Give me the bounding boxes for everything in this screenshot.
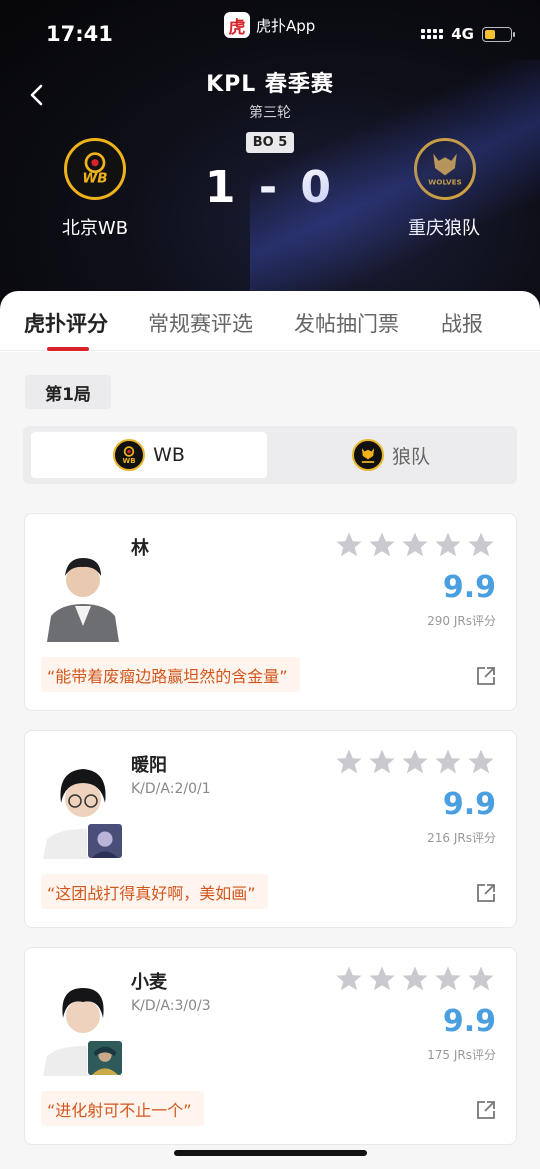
rating-votes: 290 JRs评分 (427, 614, 496, 628)
svg-text:WB: WB (82, 171, 107, 187)
share-icon[interactable] (476, 883, 496, 903)
hupu-logo-icon: 虎 (224, 12, 250, 38)
star-icon[interactable] (466, 747, 496, 777)
wb-mini-logo-icon: WB (113, 439, 146, 471)
tab-hupu-rating[interactable]: 虎扑评分 (24, 308, 108, 338)
match-format-badge: BO 5 (246, 132, 294, 153)
player-kda: K/D/A:3/0/3 (131, 998, 211, 1014)
player-card[interactable]: 林 9.9 290 JRs评分 “能带着废瘤边路赢坦然的含金量” (24, 513, 517, 711)
tab-regular-season-vote[interactable]: 常规赛评选 (148, 308, 253, 338)
share-icon[interactable] (476, 666, 496, 686)
player-kda: K/D/A:2/0/1 (131, 781, 211, 797)
hero-portrait-icon (87, 1040, 123, 1076)
svg-text:WB: WB (123, 457, 136, 465)
star-icon[interactable] (367, 964, 397, 994)
network-type: 4G (451, 25, 474, 43)
top-comment[interactable]: “这团战打得真好啊，美如画” (41, 874, 268, 909)
star-icon[interactable] (400, 747, 430, 777)
team-switch-home-label: WB (153, 444, 185, 466)
match-header: 17:41 虎 虎扑App 4G KPL 春季赛 第三轮 BO 5 1 - 0 … (0, 0, 540, 320)
player-rating: 9.9 (442, 570, 496, 605)
team-switch-away[interactable]: 狼队 (273, 432, 509, 478)
star-icon[interactable] (466, 530, 496, 560)
top-comment[interactable]: “进化射可不止一个” (41, 1091, 204, 1126)
team-switch-home[interactable]: WB WB (31, 432, 267, 478)
player-rating: 9.9 (442, 1004, 496, 1039)
match-round: 第三轮 (249, 105, 291, 121)
star-icon[interactable] (433, 964, 463, 994)
star-icon[interactable] (400, 530, 430, 560)
player-rating: 9.9 (442, 787, 496, 822)
team-switch: WB WB 狼队 (23, 426, 517, 484)
wb-team-logo[interactable]: WB (64, 138, 126, 200)
star-icon[interactable] (400, 964, 430, 994)
hero-portrait-icon (87, 823, 123, 859)
game-label[interactable]: 第1局 (25, 375, 111, 409)
wolves-team-logo[interactable]: WOLVES (414, 138, 476, 200)
battery-icon (482, 26, 515, 42)
player-avatar (41, 534, 125, 642)
active-tab-indicator (47, 347, 89, 351)
star-icon[interactable] (433, 530, 463, 560)
rating-stars[interactable] (334, 747, 496, 777)
status-indicators: 4G (421, 25, 515, 43)
wolves-mini-logo-icon (351, 439, 384, 471)
player-name: 小麦 (131, 972, 167, 993)
rating-votes: 216 JRs评分 (427, 831, 496, 845)
status-time: 17:41 (46, 22, 113, 46)
app-badge[interactable]: 虎 虎扑App (224, 12, 315, 38)
app-name: 虎扑App (256, 16, 316, 35)
home-indicator (174, 1150, 367, 1156)
star-icon[interactable] (334, 964, 364, 994)
star-icon[interactable] (367, 530, 397, 560)
match-title: KPL 春季赛 (206, 72, 334, 97)
player-card[interactable]: 小麦 K/D/A:3/0/3 9.9 175 JRs评分 “进化射可不止一个” (24, 947, 517, 1145)
star-icon[interactable] (367, 747, 397, 777)
top-comment[interactable]: “能带着废瘤边路赢坦然的含金量” (41, 657, 300, 692)
home-team-name: 北京WB (61, 218, 129, 239)
player-name: 林 (131, 538, 149, 559)
signal-icon (421, 29, 444, 39)
rating-stars[interactable] (334, 530, 496, 560)
away-team-name: 重庆狼队 (408, 218, 480, 239)
rating-stars[interactable] (334, 964, 496, 994)
player-card[interactable]: 暖阳 K/D/A:2/0/1 9.9 216 JRs评分 “这团战打得真好啊，美… (24, 730, 517, 928)
star-icon[interactable] (433, 747, 463, 777)
player-name: 暖阳 (131, 755, 167, 776)
tab-bar: 虎扑评分 常规赛评选 发帖抽门票 战报 (0, 291, 540, 351)
star-icon[interactable] (466, 964, 496, 994)
tab-match-report[interactable]: 战报 (441, 308, 483, 338)
team-switch-away-label: 狼队 (391, 445, 430, 468)
svg-text:WOLVES: WOLVES (428, 177, 461, 186)
tab-post-ticket-draw[interactable]: 发帖抽门票 (294, 308, 399, 338)
star-icon[interactable] (334, 530, 364, 560)
rating-votes: 175 JRs评分 (427, 1048, 496, 1062)
share-icon[interactable] (476, 1100, 496, 1120)
star-icon[interactable] (334, 747, 364, 777)
